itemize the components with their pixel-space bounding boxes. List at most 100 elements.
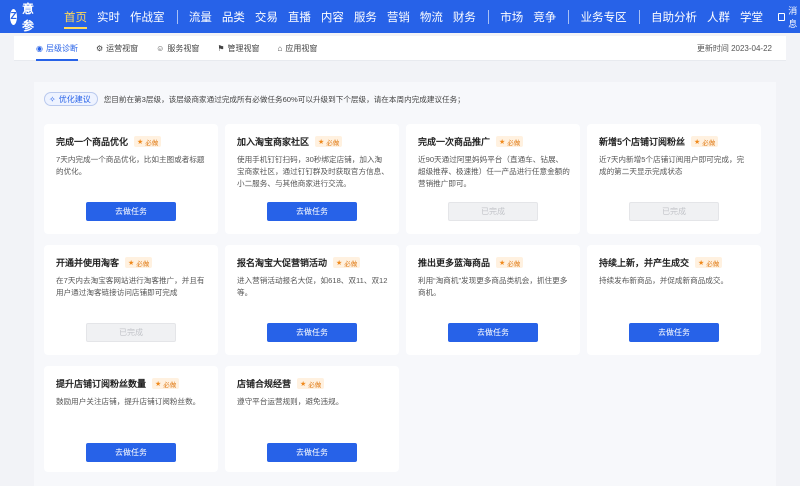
nav-item-logistics[interactable]: 物流 bbox=[420, 0, 443, 33]
task-card: 报名淘宝大促营销活动 ★ 必做 进入营销活动报名大促，如618、双11、双12等。 … bbox=[225, 245, 399, 355]
task-desc: 近7天内新增5个店铺订阅用户即可完成，完成的第二天显示完成状态 bbox=[599, 155, 745, 177]
star-icon: ★ bbox=[336, 259, 343, 267]
task-title: 店铺合规经营 bbox=[237, 379, 292, 389]
management-icon: ⚑ bbox=[217, 43, 225, 53]
tab-management-view[interactable]: ⚑ 管理视窗 bbox=[217, 36, 259, 61]
task-title: 推出更多蓝海商品 bbox=[418, 258, 491, 268]
tab-label: 管理视窗 bbox=[227, 43, 260, 53]
task-title: 开通并使用淘客 bbox=[56, 258, 120, 268]
task-card: 提升店铺订阅粉丝数量 ★ 必做 鼓励用户关注店铺，提升店铺订阅粉丝数。 去做任务 bbox=[44, 366, 218, 472]
star-icon: ★ bbox=[300, 380, 307, 388]
nav-item-service[interactable]: 服务 bbox=[354, 0, 377, 33]
task-card: 持续上新，并产生成交 ★ 必做 持续发布新商品，并促成新商品成交。 去做任务 bbox=[587, 245, 761, 355]
task-desc: 持续发布新商品，并促成新商品成交。 bbox=[599, 276, 729, 285]
nav-item-school[interactable]: 学堂 bbox=[740, 0, 763, 33]
go-task-button[interactable]: 去做任务 bbox=[86, 202, 176, 221]
task-title: 新增5个店铺订阅粉丝 bbox=[599, 137, 686, 147]
task-card: 新增5个店铺订阅粉丝 ★ 必做 近7天内新增5个店铺订阅用户即可完成，完成的第二天显… bbox=[587, 124, 761, 234]
star-icon: ★ bbox=[155, 380, 162, 388]
sub-tab-bar: ◉ 层级诊断 ⚙ 运营视窗 ☺ 服务视窗 ⚑ 管理视窗 ⌂ 应用视窗 更新时间 … bbox=[14, 36, 786, 61]
message-label: 消息 bbox=[788, 5, 798, 29]
required-badge: ★ 必做 bbox=[297, 378, 325, 389]
tab-operation-view[interactable]: ⚙ 运营视窗 bbox=[96, 36, 138, 61]
go-task-button[interactable]: 去做任务 bbox=[267, 202, 357, 221]
service-icon: ☺ bbox=[156, 43, 165, 53]
diagnosis-icon: ◉ bbox=[36, 43, 43, 53]
task-title: 报名淘宝大促营销活动 bbox=[237, 258, 328, 268]
task-title: 完成一次商品推广 bbox=[418, 137, 491, 147]
required-badge: ★ 必做 bbox=[691, 136, 719, 147]
star-icon: ★ bbox=[499, 259, 506, 267]
nav-item-live[interactable]: 直播 bbox=[288, 0, 311, 33]
optimization-tip: ✧ 优化建议 您目前在第3层级，该层级商家通过完成所有必做任务60%可以升级到下… bbox=[44, 92, 465, 106]
tab-level-diagnosis[interactable]: ◉ 层级诊断 bbox=[36, 36, 78, 61]
required-badge: ★ 必做 bbox=[134, 136, 162, 147]
go-task-button[interactable]: 去做任务 bbox=[267, 323, 357, 342]
completed-button: 已完成 bbox=[86, 323, 176, 342]
nav-item-warroom[interactable]: 作战室 bbox=[130, 0, 165, 33]
nav-item-competition[interactable]: 竞争 bbox=[533, 0, 556, 33]
required-badge: ★ 必做 bbox=[695, 257, 723, 268]
task-title: 持续上新，并产生成交 bbox=[599, 258, 690, 268]
tab-label: 服务视窗 bbox=[167, 43, 200, 53]
task-desc: 近90天通过阿里妈妈平台（直通车、钻展、超级推荐、极速推）任一产品进行任意金额的… bbox=[418, 155, 570, 189]
required-badge: ★ 必做 bbox=[125, 257, 153, 268]
task-desc: 7天内完成一个商品优化，比如主图或者标题的优化。 bbox=[56, 155, 205, 177]
task-desc: 利用“淘商机”发现更多商品类机会，抓住更多商机。 bbox=[418, 276, 568, 298]
required-badge: ★ 必做 bbox=[315, 136, 343, 147]
task-title: 提升店铺订阅粉丝数量 bbox=[56, 379, 147, 389]
nav-item-market[interactable]: 市场 bbox=[500, 0, 523, 33]
task-desc: 鼓励用户关注店铺，提升店铺订阅粉丝数。 bbox=[56, 397, 201, 406]
nav-item-crowd[interactable]: 人群 bbox=[707, 0, 730, 33]
tip-badge: ✧ 优化建议 bbox=[44, 92, 98, 106]
bulb-icon: ✧ bbox=[49, 94, 56, 104]
task-desc: 进入营销活动报名大促，如618、双11、双12等。 bbox=[237, 276, 388, 298]
nav-item-trade[interactable]: 交易 bbox=[255, 0, 278, 33]
nav-item-business-zone[interactable]: 业务专区 bbox=[581, 0, 627, 33]
nav-item-traffic[interactable]: 流量 bbox=[189, 0, 212, 33]
top-nav: Z 生意参谋 首页 实时 作战室 流量 品类 交易 直播 内容 服务 营销 物流… bbox=[0, 0, 800, 50]
task-desc: 使用手机钉钉扫码，30秒绑定店铺，加入淘宝商家社区，通过钉钉群及时获取官方信息、… bbox=[237, 155, 389, 189]
tab-application-view[interactable]: ⌂ 应用视窗 bbox=[278, 36, 318, 61]
star-icon: ★ bbox=[499, 138, 506, 146]
nav-item-home[interactable]: 首页 bbox=[64, 0, 88, 33]
star-icon: ★ bbox=[694, 138, 701, 146]
nav-item-marketing[interactable]: 营销 bbox=[387, 0, 410, 33]
operation-icon: ⚙ bbox=[95, 43, 104, 53]
go-task-button[interactable]: 去做任务 bbox=[267, 443, 357, 462]
nav-item-content[interactable]: 内容 bbox=[321, 0, 344, 33]
nav-item-category[interactable]: 品类 bbox=[222, 0, 245, 33]
star-icon: ★ bbox=[318, 138, 325, 146]
star-icon: ★ bbox=[128, 259, 135, 267]
application-icon: ⌂ bbox=[277, 43, 283, 53]
nav-item-realtime[interactable]: 实时 bbox=[97, 0, 120, 33]
tab-service-view[interactable]: ☺ 服务视窗 bbox=[156, 36, 199, 61]
required-badge: ★ 必做 bbox=[496, 136, 524, 147]
completed-button: 已完成 bbox=[629, 202, 719, 221]
tip-text: 您目前在第3层级，该层级商家通过完成所有必做任务60%可以升级到下个层级，请在本… bbox=[103, 94, 465, 104]
completed-button: 已完成 bbox=[448, 202, 538, 221]
update-time: 更新时间 2023-04-22 bbox=[696, 43, 772, 53]
go-task-button[interactable]: 去做任务 bbox=[448, 323, 538, 342]
task-card: 店铺合规经营 ★ 必做 遵守平台运营规则，避免违规。 去做任务 bbox=[225, 366, 399, 472]
go-task-button[interactable]: 去做任务 bbox=[629, 323, 719, 342]
tab-label: 运营视窗 bbox=[106, 43, 139, 53]
star-icon: ★ bbox=[698, 259, 705, 267]
required-badge: ★ 必做 bbox=[333, 257, 361, 268]
task-title: 完成一个商品优化 bbox=[56, 137, 129, 147]
task-card: 完成一次商品推广 ★ 必做 近90天通过阿里妈妈平台（直通车、钻展、超级推荐、极速推… bbox=[406, 124, 580, 234]
logo-icon: Z bbox=[10, 8, 17, 25]
nav-item-self-analysis[interactable]: 自助分析 bbox=[651, 0, 697, 33]
tab-label: 应用视窗 bbox=[285, 43, 318, 53]
tip-badge-label: 优化建议 bbox=[58, 94, 91, 104]
mail-icon bbox=[777, 12, 786, 21]
go-task-button[interactable]: 去做任务 bbox=[86, 443, 176, 462]
message-button[interactable]: 消息 bbox=[777, 4, 800, 30]
required-badge: ★ 必做 bbox=[152, 378, 180, 389]
tab-label: 层级诊断 bbox=[45, 43, 78, 53]
nav-item-finance[interactable]: 财务 bbox=[453, 0, 476, 33]
required-badge: ★ 必做 bbox=[496, 257, 524, 268]
task-card: 推出更多蓝海商品 ★ 必做 利用“淘商机”发现更多商品类机会，抓住更多商机。 去做任… bbox=[406, 245, 580, 355]
task-card: 加入淘宝商家社区 ★ 必做 使用手机钉钉扫码，30秒绑定店铺，加入淘宝商家社区，通过… bbox=[225, 124, 399, 234]
task-title: 加入淘宝商家社区 bbox=[237, 137, 310, 147]
